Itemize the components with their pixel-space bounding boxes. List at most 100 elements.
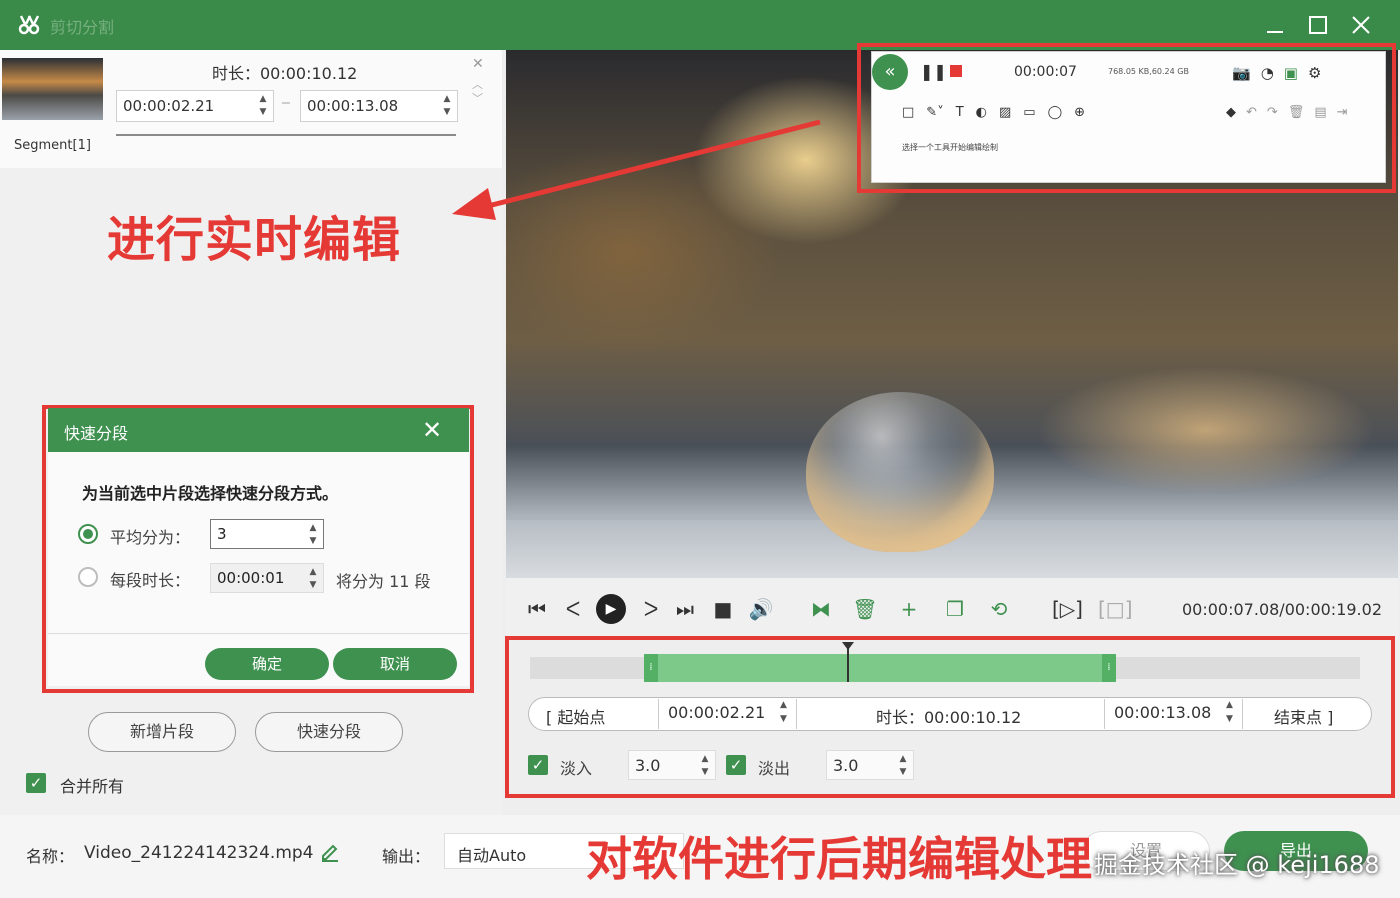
radio-average[interactable]	[78, 524, 98, 544]
rectangle-icon[interactable]: □	[902, 105, 914, 120]
average-count-input[interactable]: 3 ▲ ▼	[210, 519, 324, 549]
minimize-icon[interactable]	[1260, 10, 1290, 40]
text-icon[interactable]: T	[956, 105, 964, 120]
playhead[interactable]	[847, 646, 849, 682]
annotation-arrow	[452, 119, 821, 220]
spinner-icon[interactable]: ▲ ▼	[307, 522, 319, 548]
camera-icon[interactable]: 📷	[1232, 64, 1251, 82]
radio-duration-label: 每段时长：	[110, 571, 191, 590]
set-start-point-button[interactable]: [ 起始点	[546, 704, 605, 728]
recorder-toolbar: « ❚❚ 00:00:07 768.05 KB,60.24 GB 📷 ◔ ▣ ⚙ □ ✎…	[871, 51, 1386, 183]
stop-icon[interactable]: ■	[710, 596, 736, 622]
timeline-start-handle[interactable]: ⁞	[644, 654, 658, 682]
spinner-icon[interactable]: ▲ ▼	[699, 753, 711, 779]
duration-input[interactable]: 00:00:01 ▲ ▼	[210, 563, 324, 593]
output-value: 自动Auto	[457, 846, 527, 865]
collapse-icon[interactable]: «	[872, 54, 908, 90]
app-title: 剪切分割	[50, 18, 115, 37]
timeline-end-handle[interactable]: ⁞	[1102, 654, 1116, 682]
redo-icon[interactable]: ↷	[1267, 105, 1278, 120]
quick-split-button[interactable]: 快速分段	[255, 712, 403, 752]
bottom-bar: 名称： Video_241224142324.mp4 输出： 自动Auto 设置…	[0, 815, 1400, 898]
timer-icon[interactable]: ◔	[1261, 64, 1274, 82]
recorder-top-tools: 📷 ◔ ▣ ⚙	[1232, 64, 1331, 82]
exit-icon[interactable]: ⇥	[1337, 105, 1348, 120]
spinner-icon[interactable]: ▲ ▼	[307, 566, 319, 592]
dialog-ok-button[interactable]: 确定	[205, 648, 329, 680]
edit-history-tools: ◆ ↶ ↷ 🗑 ▤ ⇥	[1226, 105, 1358, 120]
merge-all-label: 合并所有	[60, 777, 125, 796]
dialog-cancel-button[interactable]: 取消	[333, 648, 457, 680]
undo-icon[interactable]: ↶	[1246, 105, 1257, 120]
play-icon[interactable]: ▶	[596, 594, 626, 624]
add-icon[interactable]: +	[896, 596, 922, 622]
split-icon[interactable]: ⧓	[808, 596, 834, 622]
merge-all-checkbox[interactable]: ✓	[26, 773, 46, 793]
play-selection-icon[interactable]: [▷]	[1052, 596, 1083, 622]
edit-end-time[interactable]: 00:00:13.08	[1114, 703, 1211, 722]
dialog-close-icon[interactable]: ✕	[422, 416, 442, 444]
segment-start-time-value: 00:00:02.21	[123, 97, 215, 115]
lasso-icon[interactable]: ◯	[1048, 105, 1063, 120]
annotation-realtime-edit: 进行实时编辑	[107, 212, 402, 268]
edit-duration: 时长：00:00:10.12	[876, 708, 1022, 727]
remove-segment-icon[interactable]: ✕	[472, 56, 484, 72]
maximize-icon[interactable]	[1303, 10, 1333, 40]
volume-icon[interactable]: 🔊	[748, 596, 774, 622]
split-count-note: 将分为 11 段	[336, 572, 431, 591]
next-frame-icon[interactable]: ᐳ	[638, 596, 664, 622]
recorder-hint: 选择一个工具开始编辑绘制	[902, 143, 998, 152]
segment-progress-line	[116, 134, 456, 136]
range-divider	[658, 699, 659, 729]
fade-in-label: 淡入	[560, 759, 593, 778]
stop-record-icon[interactable]	[950, 65, 962, 77]
loop-selection-icon[interactable]: [□]	[1098, 596, 1133, 622]
video-scene-bubble	[806, 392, 994, 552]
fade-out-input[interactable]: 3.0 ▲ ▼	[826, 750, 914, 780]
radio-duration[interactable]	[78, 567, 98, 587]
pen-icon[interactable]: ✎˅	[926, 105, 943, 120]
settings-icon[interactable]: ⚙	[1308, 64, 1321, 82]
range-divider	[796, 699, 797, 729]
delete-icon[interactable]: 🗑	[1288, 105, 1305, 120]
dialog-title: 快速分段	[64, 424, 129, 443]
delete-segment-icon[interactable]: 🗑	[852, 596, 878, 622]
reorder-arrows-icon[interactable]: ︿ ﹀	[472, 78, 483, 106]
radio-average-label: 平均分为：	[110, 528, 191, 547]
segment-thumbnail[interactable]	[2, 58, 103, 120]
edit-start-time[interactable]: 00:00:02.21	[668, 703, 765, 722]
file-name-label: 名称：	[26, 847, 75, 866]
jump-start-icon[interactable]: ⏮	[524, 596, 550, 622]
segment-card[interactable]: Segment[1] 时长：00:00:10.12 00:00:02.21 ▲ ▼…	[0, 50, 502, 168]
segment-start-time-input[interactable]: 00:00:02.21 ▲ ▼	[116, 90, 274, 122]
fade-out-checkbox[interactable]: ✓	[726, 755, 746, 775]
player-controls: ⏮ ᐸ ▶ ᐳ ⏭ ■ 🔊 ⧓ 🗑 + ❐ ⟲ [▷] [□] 00:00:07…	[506, 578, 1398, 640]
edit-name-icon[interactable]	[318, 839, 342, 863]
save-icon[interactable]: ▤	[1314, 105, 1326, 120]
time-readout: 00:00:07.08/00:00:19.02	[1182, 600, 1382, 619]
prev-frame-icon[interactable]: ᐸ	[560, 596, 586, 622]
fade-in-checkbox[interactable]: ✓	[528, 755, 548, 775]
add-segment-button[interactable]: 新增片段	[88, 712, 236, 752]
image-icon[interactable]: ▨	[999, 105, 1011, 120]
blur-icon[interactable]: ◐	[976, 105, 987, 120]
reset-icon[interactable]: ⟲	[986, 596, 1012, 622]
segment-end-time-input[interactable]: 00:00:13.08 ▲ ▼	[300, 90, 458, 122]
range-separator	[282, 102, 290, 104]
spinner-icon[interactable]: ▲ ▼	[257, 93, 269, 119]
jump-end-icon[interactable]: ⏭	[672, 596, 698, 622]
copy-icon[interactable]: ❐	[942, 596, 968, 622]
toolbox-icon[interactable]: ▣	[1284, 64, 1298, 82]
recording-stats: 768.05 KB,60.24 GB	[1108, 67, 1189, 76]
target-icon[interactable]: ⊕	[1074, 105, 1085, 120]
set-end-point-button[interactable]: 结束点 ]	[1274, 704, 1333, 728]
close-icon[interactable]	[1346, 10, 1376, 40]
pause-icon[interactable]: ❚❚	[920, 62, 947, 81]
spinner-icon[interactable]: ▲ ▼	[897, 753, 909, 779]
spinner-icon[interactable]: ▲ ▼	[1226, 698, 1233, 726]
spinner-icon[interactable]: ▲ ▼	[780, 698, 787, 726]
timeline-selection[interactable]	[644, 654, 1116, 682]
callout-icon[interactable]: ▭	[1023, 105, 1035, 120]
eraser-icon[interactable]: ◆	[1226, 105, 1236, 120]
fade-in-input[interactable]: 3.0 ▲ ▼	[628, 750, 716, 780]
